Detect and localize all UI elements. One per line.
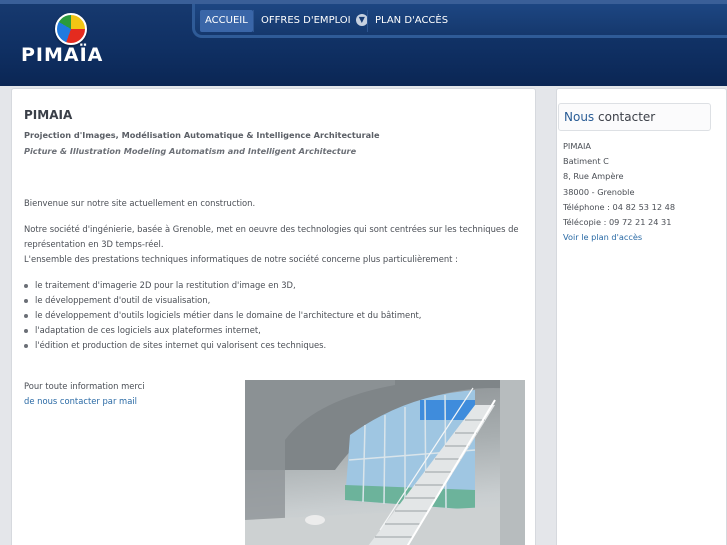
company-name: PIMAIA <box>563 141 592 151</box>
bullet-icon <box>24 343 28 348</box>
nav-item-accueil[interactable]: ACCUEIL <box>200 10 253 32</box>
contact-sidebar: Nous contacter PIMAIA Batiment C 8, Rue … <box>556 88 727 545</box>
service-list: le traitement d'imagerie 2D pour la rest… <box>24 278 421 353</box>
map-access-link[interactable]: Voir le plan d'accès <box>563 232 642 242</box>
list-item: le traitement d'imagerie 2D pour la rest… <box>24 278 421 293</box>
subtitle-french: Projection d'Images, Modélisation Automa… <box>24 130 380 140</box>
fax-number: Télécopie : 09 72 21 24 31 <box>563 217 672 227</box>
subtitle-english: Picture & Illustration Modeling Automati… <box>24 146 357 156</box>
sidebar-title: Nous contacter <box>564 110 655 124</box>
sidebar-title-box: Nous contacter <box>558 103 711 131</box>
address-city: 38000 - Grenoble <box>563 187 635 197</box>
logo-ball-icon[interactable] <box>55 13 87 45</box>
nav-item-label: OFFRES D'EMPLOI <box>261 15 351 26</box>
phone-number: Téléphone : 04 82 53 12 48 <box>563 202 676 212</box>
intro-text: Notre société d'ingénierie, basée à Gren… <box>24 224 519 234</box>
nav-item-label: ACCUEIL <box>205 15 248 26</box>
contact-by-mail-link[interactable]: de nous contacter par mail <box>24 394 137 409</box>
bullet-icon <box>24 328 28 333</box>
list-item: le développement d'outils logiciels méti… <box>24 308 421 323</box>
bullet-icon <box>24 283 28 288</box>
intro-text: représentation en 3D temps-réel. <box>24 239 164 249</box>
nav-separator <box>367 10 368 32</box>
list-item: l'édition et production de sites interne… <box>24 338 421 353</box>
nav-item-plan-acces[interactable]: PLAN D'ACCÈS <box>370 10 453 32</box>
info-text: Pour toute information merci <box>24 381 145 391</box>
nav-item-label: PLAN D'ACCÈS <box>375 15 449 26</box>
staircase-illustration <box>245 380 525 545</box>
welcome-text: Bienvenue sur notre site actuellement en… <box>24 198 256 208</box>
main-content: PIMAIA Projection d'Images, Modélisation… <box>11 88 536 545</box>
sidebar-title-highlight: Nous <box>564 110 595 124</box>
intro-text: L'ensemble des prestations techniques in… <box>24 254 458 264</box>
bullet-icon <box>24 313 28 318</box>
list-item: l'adaptation de ces logiciels aux platef… <box>24 323 421 338</box>
address-street: 8, Rue Ampère <box>563 171 624 181</box>
main-navigation: ACCUEIL OFFRES D'EMPLOI ▼ PLAN D'ACCÈS <box>192 4 727 38</box>
nav-separator <box>253 10 254 32</box>
bullet-icon <box>24 298 28 303</box>
page-title: PIMAIA <box>24 108 73 122</box>
address-building: Batiment C <box>563 156 609 166</box>
sidebar-title-rest: contacter <box>598 110 656 124</box>
logo-text[interactable]: PIMAÏA <box>21 44 103 66</box>
architecture-render-image <box>245 380 525 545</box>
site-header: PIMAÏA ACCUEIL OFFRES D'EMPLOI ▼ PLAN D'… <box>0 0 727 86</box>
nav-item-offres-emploi[interactable]: OFFRES D'EMPLOI ▼ <box>256 10 373 32</box>
list-item: le développement d'outil de visualisatio… <box>24 293 421 308</box>
